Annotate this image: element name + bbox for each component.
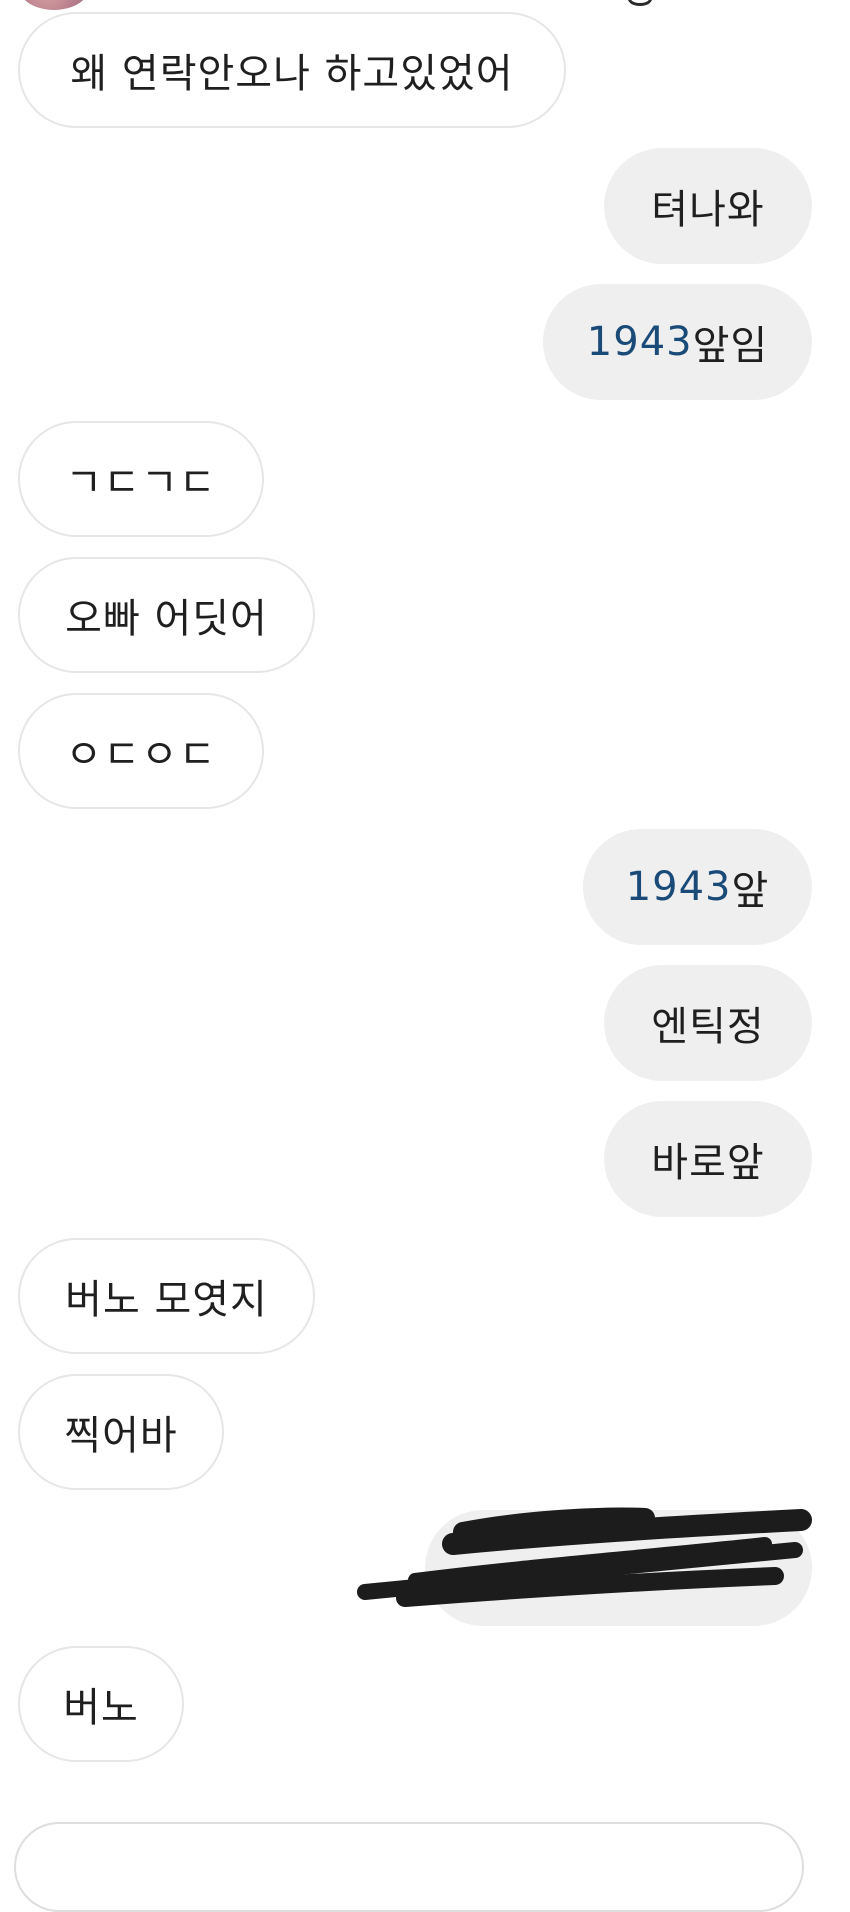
message-number[interactable]: 1943	[587, 319, 693, 365]
message-text: 버노 모엿지	[65, 1277, 268, 1323]
message-text: ㅇㄷㅇㄷ	[65, 732, 217, 778]
redaction-scribble	[357, 1507, 812, 1607]
message-text: 텨나와	[651, 187, 765, 233]
message-bubble-outgoing[interactable]: 텨나와	[604, 148, 812, 264]
message-bubble-incoming[interactable]: 버노 모엿지	[18, 1238, 315, 1354]
message-text: 찍어바	[64, 1413, 178, 1459]
message-input-field[interactable]	[14, 1822, 804, 1912]
message-text: 왜 연락안오나 하고있었어	[70, 51, 514, 97]
message-text: 오빠 어딧어	[65, 596, 268, 642]
message-bubble-incoming[interactable]: ㅇㄷㅇㄷ	[18, 693, 264, 809]
message-bubble-incoming[interactable]: 오빠 어딧어	[18, 557, 315, 673]
message-bubble-outgoing[interactable]: 1943 앞	[583, 829, 812, 945]
message-bubble-incoming[interactable]: ㄱㄷㄱㄷ	[18, 421, 264, 537]
message-number[interactable]: 1943	[626, 864, 732, 910]
message-text: 바로앞	[651, 1140, 765, 1186]
message-bubble-incoming[interactable]: 찍어바	[18, 1374, 224, 1490]
message-bubble-incoming[interactable]: 왜 연락안오나 하고있었어	[18, 12, 566, 128]
message-text: 엔틱정	[651, 1004, 765, 1050]
message-text: 버노	[63, 1685, 139, 1731]
message-text: 앞	[731, 868, 770, 914]
message-text: ㄱㄷㄱㄷ	[65, 460, 217, 506]
message-bubble-outgoing[interactable]: 바로앞	[604, 1101, 812, 1217]
message-text: 앞임	[692, 323, 769, 369]
message-bubble-outgoing[interactable]: 엔틱정	[604, 965, 812, 1081]
contact-avatar[interactable]	[18, 0, 90, 10]
header-icon	[628, 0, 652, 6]
message-bubble-incoming[interactable]: 버노	[18, 1646, 184, 1762]
message-bubble-outgoing[interactable]: 1943 앞임	[543, 284, 812, 400]
